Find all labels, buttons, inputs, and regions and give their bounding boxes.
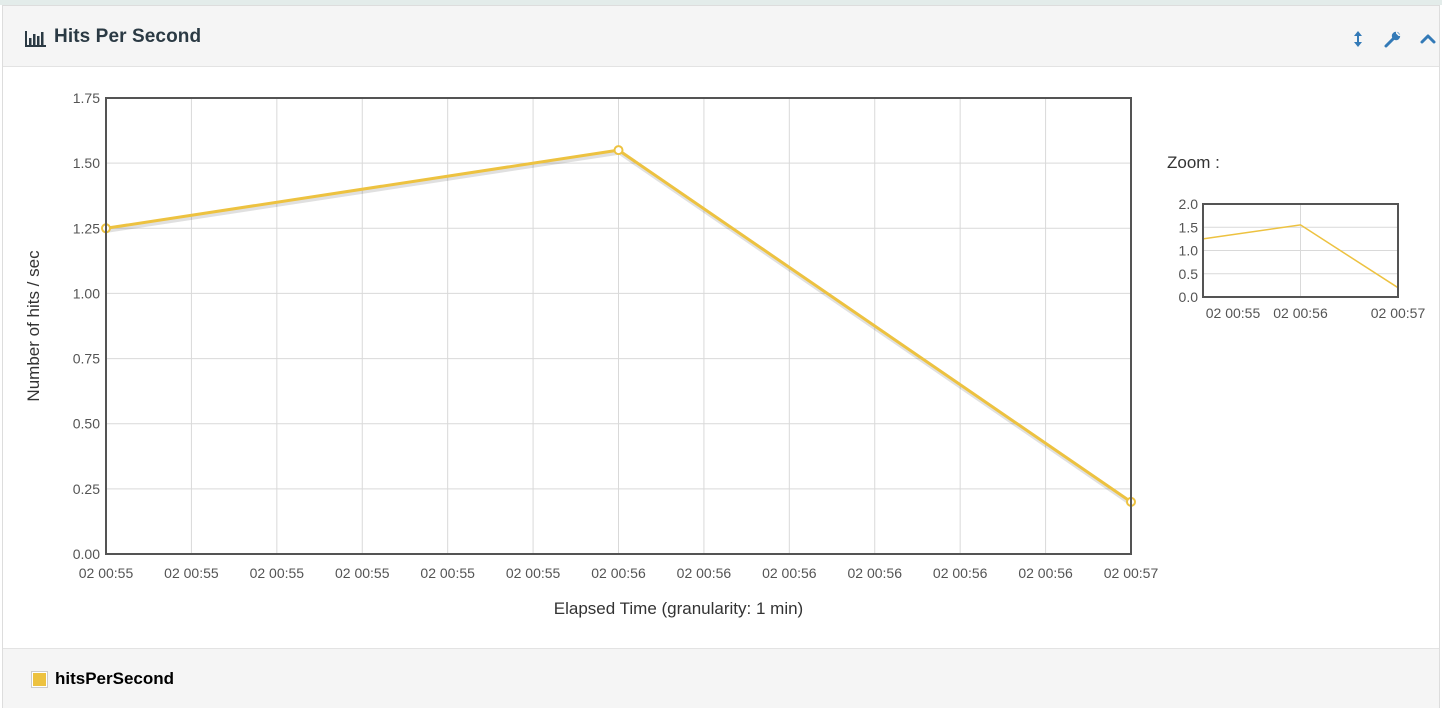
y-tick-label: 0.75 — [73, 351, 100, 367]
data-point — [613, 145, 624, 156]
y-tick-label: 1.25 — [73, 220, 100, 236]
zoom-chart[interactable]: 2.0 1.5 1.0 0.5 0.0 02 00:55 02 00:56 02 00:57 — [1163, 193, 1441, 333]
collapse-button[interactable] — [1417, 28, 1439, 50]
panel-header: Hits Per Second — [3, 6, 1439, 67]
x-tick-label: 02 00:56 — [677, 565, 732, 581]
x-tick-label: 02 00:55 — [506, 565, 561, 581]
resize-button[interactable] — [1347, 28, 1369, 50]
panel-title: Hits Per Second — [54, 26, 202, 47]
y-tick-label: 0.25 — [73, 481, 100, 497]
legend-label[interactable]: hitsPerSecond — [55, 669, 174, 689]
main-chart[interactable]: 0.00 0.25 0.50 0.75 1.00 1.25 1.50 1.75 02 00:55… — [3, 68, 1163, 648]
y-tick-label: 0.00 — [73, 546, 100, 562]
zoom-x-tick-label: 02 00:56 — [1273, 305, 1328, 321]
x-tick-label: 02 00:55 — [335, 565, 390, 581]
x-tick-label: 02 00:57 — [1104, 565, 1159, 581]
chevron-up-icon — [1420, 34, 1436, 44]
x-tick-label: 02 00:56 — [848, 565, 903, 581]
y-tick-label: 0.50 — [73, 416, 100, 432]
y-tick-label: 1.75 — [73, 90, 100, 106]
zoom-y-tick-label: 1.5 — [1179, 219, 1199, 235]
zoom-y-tick-label: 1.0 — [1179, 243, 1199, 259]
x-tick-label: 02 00:56 — [1018, 565, 1073, 581]
x-tick-label: 02 00:55 — [420, 565, 475, 581]
chart-area: 0.00 0.25 0.50 0.75 1.00 1.25 1.50 1.75 02 00:55… — [3, 68, 1439, 648]
x-tick-label: 02 00:56 — [933, 565, 988, 581]
zoom-x-tick-label: 02 00:55 — [1206, 305, 1261, 321]
legend: hitsPerSecond — [3, 648, 1439, 708]
x-tick-label: 02 00:56 — [762, 565, 817, 581]
legend-color — [33, 673, 46, 686]
x-tick-label: 02 00:55 — [79, 565, 134, 581]
x-tick-label: 02 00:55 — [250, 565, 305, 581]
chart-panel: Hits Per Second 0.00 0.25 0.50 0.75 1.00 1.25… — [2, 5, 1440, 708]
y-tick-label: 1.00 — [73, 285, 100, 301]
x-tick-label: 02 00:55 — [164, 565, 219, 581]
zoom-y-tick-label: 0.0 — [1179, 289, 1199, 305]
bar-chart-icon — [25, 31, 46, 47]
zoom-y-tick-label: 0.5 — [1179, 266, 1199, 282]
y-axis-label: Number of hits / sec — [24, 250, 43, 402]
x-axis-label: Elapsed Time (granularity: 1 min) — [554, 599, 803, 618]
y-tick-label: 1.50 — [73, 155, 100, 171]
zoom-y-tick-label: 2.0 — [1179, 196, 1199, 212]
wrench-icon — [1384, 31, 1401, 48]
settings-button[interactable] — [1382, 28, 1404, 50]
x-tick-label: 02 00:56 — [591, 565, 646, 581]
resize-vertical-icon — [1354, 31, 1362, 47]
legend-swatch[interactable] — [31, 671, 48, 688]
zoom-x-tick-label: 02 00:57 — [1371, 305, 1426, 321]
zoom-title: Zoom : — [1167, 153, 1220, 172]
